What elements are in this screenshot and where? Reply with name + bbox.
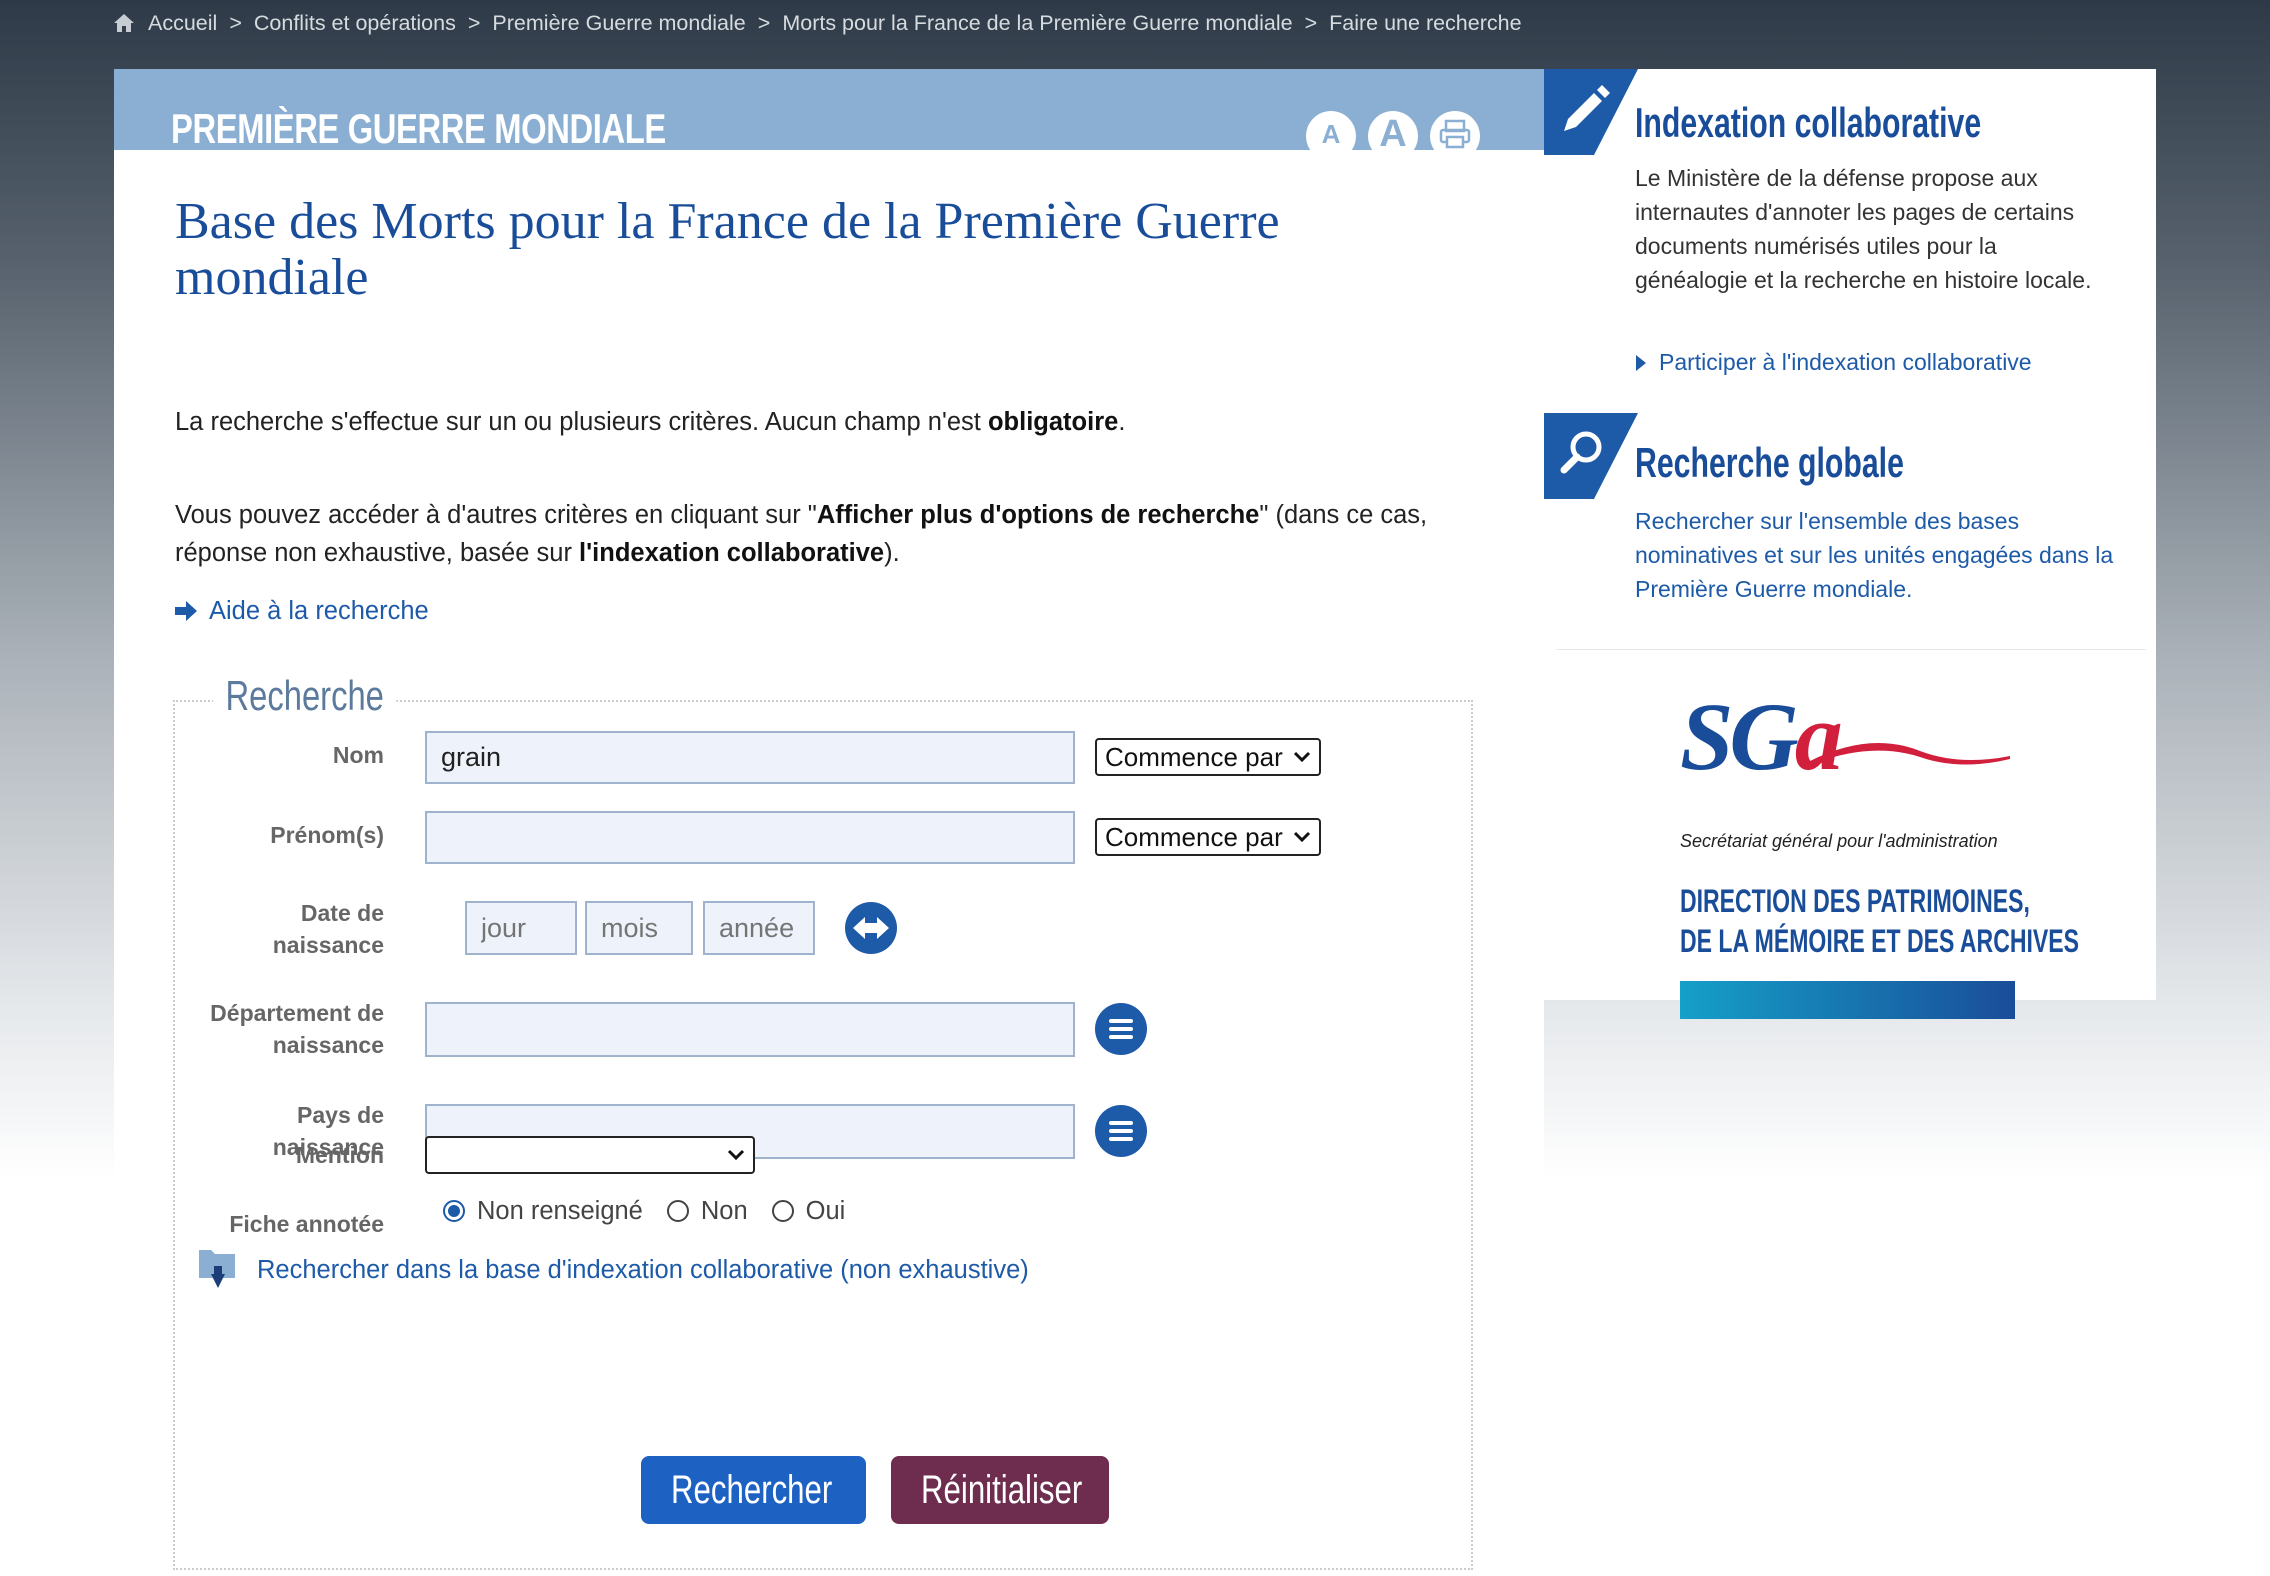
chevron-down-icon <box>727 1149 745 1161</box>
indexation-text: Le Ministère de la défense propose aux i… <box>1635 165 2092 293</box>
list-icon <box>1109 1121 1133 1141</box>
sga-swoosh <box>1810 743 2010 765</box>
global-search-title: Recherche globale <box>1635 439 1904 486</box>
main-panel: PREMIÈRE GUERRE MONDIALE A A Base des Mo… <box>114 69 1544 1576</box>
birth-day-input[interactable] <box>465 901 577 955</box>
reset-button[interactable]: Réinitialiser <box>891 1456 1109 1524</box>
breadcrumb-separator: > <box>229 10 242 35</box>
intro-text-bold: obligatoire <box>987 408 1119 436</box>
global-search-link[interactable]: Rechercher sur l'ensemble des bases nomi… <box>1635 504 2115 606</box>
mention-select[interactable] <box>425 1136 755 1174</box>
dept-list-button[interactable] <box>1095 1003 1147 1055</box>
breadcrumb-item-morts[interactable]: Morts pour la France de la Première Guer… <box>782 11 1292 36</box>
options-text-bold: l'indexation collaborative <box>579 539 885 567</box>
radio-non[interactable] <box>666 1200 689 1222</box>
options-text: Vous pouvez accéder à d'autres critères … <box>175 496 1435 572</box>
section-header: PREMIÈRE GUERRE MONDIALE A A <box>114 69 1544 150</box>
date-range-toggle-button[interactable] <box>845 902 897 954</box>
date-label: Date de naissance <box>273 897 384 961</box>
nom-input[interactable] <box>425 731 1075 784</box>
indexation-link[interactable]: Participer à l'indexation collaborative <box>1635 349 2032 376</box>
radio-label: Oui <box>805 1196 846 1225</box>
reset-button-label: Réinitialiser <box>921 1467 1083 1512</box>
pays-label-line: Pays de <box>297 1102 384 1128</box>
options-text-bold: Afficher plus d'options de recherche <box>816 501 1260 529</box>
print-icon <box>1439 119 1471 149</box>
nom-mode-value: Commence par <box>1105 741 1283 772</box>
nom-label: Nom <box>332 742 384 768</box>
global-search-section: Recherche globale Rechercher sur l'ensem… <box>1544 413 2156 633</box>
help-link-label: Aide à la recherche <box>209 596 429 625</box>
search-button-label: Rechercher <box>671 1467 833 1512</box>
intro-text: La recherche s'effectue sur un ou plusie… <box>175 403 1475 441</box>
intro-text-part: . <box>1118 408 1126 436</box>
radio-label: Non renseigné <box>477 1196 643 1225</box>
print-button[interactable] <box>1430 111 1480 150</box>
prenom-mode-value: Commence par <box>1105 821 1283 852</box>
chevron-down-icon <box>1293 751 1311 763</box>
sidebar-divider <box>1556 649 2146 650</box>
sga-subtitle: Secrétariat général pour l'administratio… <box>1680 831 1998 851</box>
sga-direction: DIRECTION DES PATRIMOINES, DE LA MÉMOIRE… <box>1680 881 2079 961</box>
fiche-radio-group: Non renseigné Non Oui <box>443 1189 869 1233</box>
chevron-down-icon <box>1293 831 1311 843</box>
breadcrumb-item-accueil[interactable]: Accueil <box>148 11 217 36</box>
breadcrumb-item-conflits[interactable]: Conflits et opérations <box>254 11 456 36</box>
collab-search-link-label: Rechercher dans la base d'indexation col… <box>257 1255 1029 1284</box>
radio-oui[interactable] <box>771 1200 794 1222</box>
intro-text-part: La recherche s'effectue sur un ou plusie… <box>175 408 988 436</box>
breadcrumb-item-ww1[interactable]: Première Guerre mondiale <box>492 11 745 36</box>
help-link[interactable]: Aide à la recherche <box>173 591 429 631</box>
collab-search-link[interactable]: Rechercher dans la base d'indexation col… <box>197 1240 1029 1300</box>
breadcrumb-separator: > <box>1304 10 1318 35</box>
pays-list-button[interactable] <box>1095 1105 1147 1157</box>
dept-label: Département de naissance <box>210 997 384 1061</box>
indexation-link-label: Participer à l'indexation collaborative <box>1659 349 2032 375</box>
dept-label-line: naissance <box>272 1032 384 1058</box>
dept-label-line: Département de <box>210 1000 384 1026</box>
indexation-title: Indexation collaborative <box>1635 99 1982 146</box>
list-icon <box>1109 1019 1133 1039</box>
section-title: PREMIÈRE GUERRE MONDIALE <box>171 105 666 150</box>
sga-direction-line: DE LA MÉMOIRE ET DES ARCHIVES <box>1680 923 2079 959</box>
dept-input[interactable] <box>425 1002 1075 1057</box>
search-form: Recherche Nom Commence par Prénom(s) Com… <box>173 630 1475 1570</box>
pencil-icon <box>1544 69 1638 155</box>
birth-month-input[interactable] <box>585 901 693 955</box>
nom-mode-select[interactable]: Commence par <box>1095 738 1321 776</box>
options-text-part: ). <box>884 539 900 567</box>
search-button[interactable]: Rechercher <box>641 1456 866 1524</box>
radio-label: Non <box>700 1196 748 1225</box>
indexation-section: Indexation collaborative Le Ministère de… <box>1544 69 2156 409</box>
swap-arrows-icon <box>853 917 889 939</box>
birth-year-input[interactable] <box>703 901 815 955</box>
home-icon[interactable] <box>112 11 136 35</box>
date-label-line: Date de <box>300 900 384 926</box>
prenom-mode-select[interactable]: Commence par <box>1095 818 1321 856</box>
options-text-part: Vous pouvez accéder à d'autres critères … <box>175 501 817 529</box>
magnifier-icon <box>1544 413 1638 499</box>
radio-non-renseigne[interactable] <box>443 1200 465 1222</box>
folder-download-icon <box>199 1250 235 1288</box>
text-size-small-button[interactable]: A <box>1306 111 1356 150</box>
sga-gradient-bar <box>1680 981 2015 1019</box>
mention-label: Mention <box>295 1142 384 1168</box>
page-title: Base des Morts pour la France de la Prem… <box>175 193 1280 306</box>
form-legend: Recherche <box>213 672 397 720</box>
breadcrumb: Accueil > Conflits et opérations > Premi… <box>112 6 1522 40</box>
sidebar: Indexation collaborative Le Ministère de… <box>1544 69 2156 1019</box>
arrow-right-icon <box>175 601 197 621</box>
caret-right-icon <box>1636 354 1646 371</box>
date-label-line: naissance <box>272 932 384 958</box>
sga-direction-line: DIRECTION DES PATRIMOINES, <box>1680 883 2030 919</box>
sga-logo[interactable]: SGa Secrétariat général pour l'administr… <box>1680 681 2079 1019</box>
text-size-large-button[interactable]: A <box>1368 111 1418 150</box>
fiche-label: Fiche annotée <box>229 1211 384 1237</box>
prenom-input[interactable] <box>425 811 1075 864</box>
breadcrumb-item-recherche[interactable]: Faire une recherche <box>1329 11 1521 36</box>
breadcrumb-separator: > <box>757 10 771 35</box>
prenom-label: Prénom(s) <box>270 822 384 848</box>
breadcrumb-separator: > <box>467 10 481 35</box>
